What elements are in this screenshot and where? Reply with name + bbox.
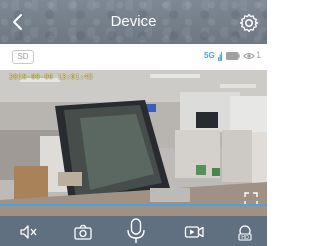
- viewer-count: 1: [256, 50, 262, 60]
- video-timestamp: 2018-08-06 13:01:45: [9, 73, 93, 81]
- control-bar: HD: [0, 216, 267, 246]
- status-bar: SD 5G 1: [0, 44, 267, 70]
- battery-icon: [226, 52, 240, 60]
- signal-strength-icon: [218, 52, 222, 61]
- stream-progress-line: [0, 204, 267, 206]
- speaker-mute-icon[interactable]: [17, 221, 39, 243]
- sd-card-badge: SD: [12, 50, 34, 64]
- gear-icon[interactable]: [238, 12, 260, 34]
- top-bar: Device: [0, 0, 267, 44]
- live-video-feed[interactable]: 2018-08-06 13:01:45: [0, 70, 267, 216]
- svg-text:HD: HD: [241, 235, 249, 241]
- video-record-icon[interactable]: [183, 221, 205, 243]
- camera-scene-image: [0, 70, 267, 216]
- camera-icon[interactable]: [72, 221, 94, 243]
- eye-icon: [243, 53, 255, 59]
- microphone-icon[interactable]: [124, 217, 148, 245]
- page-title: Device: [110, 13, 157, 30]
- hd-icon[interactable]: HD: [234, 221, 256, 243]
